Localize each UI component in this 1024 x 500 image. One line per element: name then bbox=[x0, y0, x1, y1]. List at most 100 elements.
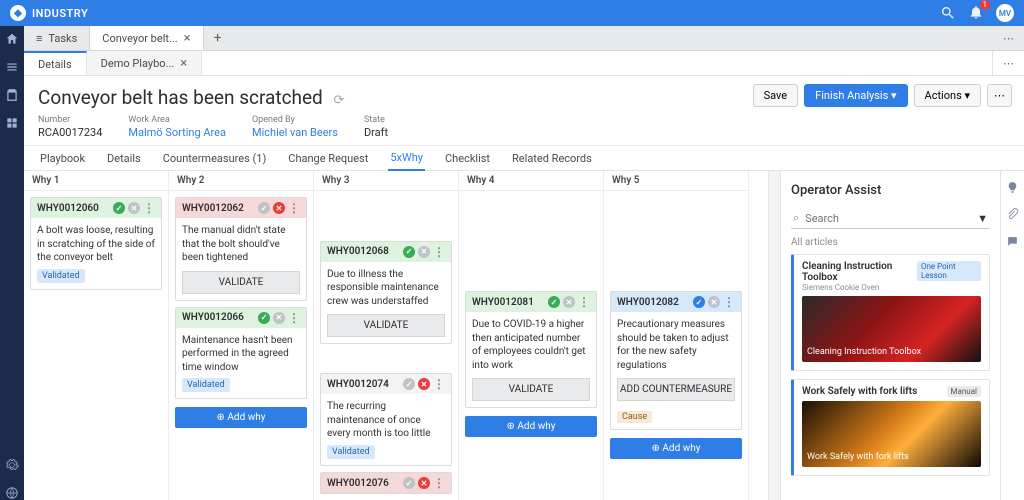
close-icon[interactable]: × bbox=[180, 56, 187, 71]
nav-countermeasures[interactable]: Countermeasures (1) bbox=[161, 147, 269, 170]
finish-analysis-button[interactable]: Finish Analysis bbox=[804, 84, 907, 107]
article-badge: One Point Lesson bbox=[917, 261, 981, 281]
card-menu-button[interactable]: ⋮ bbox=[578, 296, 590, 308]
validate-button[interactable]: VALIDATE bbox=[472, 378, 590, 401]
check-icon[interactable]: ✓ bbox=[258, 202, 270, 214]
dismiss-icon[interactable]: ✕ bbox=[273, 312, 285, 324]
article-thumbnail: Cleaning Instruction Toolbox bbox=[802, 296, 981, 362]
nav-details[interactable]: Details bbox=[105, 147, 143, 170]
subtab-overflow-button[interactable]: ⋯ bbox=[992, 51, 1024, 75]
why-card[interactable]: WHY0012082✓✕⋮ Precautionary measures sho… bbox=[610, 291, 742, 430]
validate-button[interactable]: VALIDATE bbox=[182, 271, 300, 294]
comment-icon[interactable] bbox=[1006, 235, 1019, 248]
search-icon: ⌕ bbox=[793, 211, 799, 225]
operator-assist-panel: Operator Assist ⌕ ▼ All articles Cleanin… bbox=[780, 171, 1000, 500]
notification-badge: 1 bbox=[980, 0, 991, 10]
add-why-button[interactable]: Add why bbox=[610, 438, 742, 459]
dismiss-icon: ✕ bbox=[418, 477, 430, 489]
record-subtabs: Details Demo Playbo...× ⋯ bbox=[24, 51, 1024, 76]
filter-icon[interactable]: ▼ bbox=[977, 212, 988, 225]
search-input[interactable] bbox=[805, 212, 971, 225]
save-button[interactable]: Save bbox=[753, 84, 799, 107]
home-icon[interactable] bbox=[5, 32, 19, 46]
nav-playbook[interactable]: Playbook bbox=[38, 147, 87, 170]
column-why-3: Why 3 WHY0012068✓✕⋮ Due to illness the r… bbox=[314, 171, 459, 500]
right-rail bbox=[1000, 171, 1024, 500]
cause-badge: Cause bbox=[617, 411, 652, 423]
check-icon[interactable]: ✓ bbox=[403, 477, 415, 489]
why-card[interactable]: WHY0012074✓✕⋮ The recurring maintenance … bbox=[320, 373, 452, 466]
page-title: Conveyor belt has been scratched bbox=[38, 86, 323, 109]
more-button[interactable]: ⋯ bbox=[987, 84, 1012, 107]
add-countermeasure-button[interactable]: ADD COUNTERMEASURE bbox=[617, 378, 735, 401]
dismiss-icon[interactable]: ✕ bbox=[563, 296, 575, 308]
assist-title: Operator Assist bbox=[791, 183, 990, 198]
dismiss-icon[interactable]: ✕ bbox=[128, 202, 140, 214]
column-why-1: Why 1 WHY0012060✓✕⋮ A bolt was loose, re… bbox=[24, 171, 169, 500]
validate-button[interactable]: VALIDATE bbox=[327, 314, 445, 337]
article-card[interactable]: Cleaning Instruction ToolboxSiemens Cook… bbox=[791, 254, 990, 371]
subtab-details[interactable]: Details bbox=[24, 51, 87, 75]
nav-related[interactable]: Related Records bbox=[510, 147, 594, 170]
why-card[interactable]: WHY0012081✓✕⋮ Due to COVID-19 a higher t… bbox=[465, 291, 597, 408]
actions-menu-button[interactable]: Actions bbox=[914, 84, 981, 107]
tab-tasks[interactable]: ≡Tasks bbox=[24, 26, 90, 50]
nav-5xwhy[interactable]: 5xWhy bbox=[388, 146, 425, 171]
card-menu-button[interactable]: ⋮ bbox=[288, 312, 300, 324]
card-menu-button[interactable]: ⋮ bbox=[433, 477, 445, 489]
brand-name: INDUSTRY bbox=[32, 7, 88, 20]
grid-icon[interactable] bbox=[5, 116, 19, 130]
lightbulb-icon[interactable] bbox=[1006, 181, 1019, 194]
record-number: RCA0017234 bbox=[38, 126, 102, 139]
add-why-button[interactable]: Add why bbox=[465, 416, 597, 437]
why-card[interactable]: WHY0012060✓✕⋮ A bolt was loose, resultin… bbox=[30, 197, 162, 290]
check-icon[interactable]: ✓ bbox=[403, 378, 415, 390]
attachment-icon[interactable] bbox=[1006, 208, 1019, 221]
check-icon: ✓ bbox=[113, 202, 125, 214]
notifications-button[interactable]: 1 bbox=[968, 4, 984, 23]
subtab-demo[interactable]: Demo Playbo...× bbox=[87, 51, 203, 75]
card-menu-button[interactable]: ⋮ bbox=[723, 296, 735, 308]
avatar[interactable]: MV bbox=[996, 4, 1014, 22]
why-board: Why 1 WHY0012060✓✕⋮ A bolt was loose, re… bbox=[24, 171, 768, 500]
card-menu-button[interactable]: ⋮ bbox=[288, 202, 300, 214]
new-tab-button[interactable]: + bbox=[204, 26, 232, 50]
why-card[interactable]: WHY0012066✓✕⋮ Maintenance hasn't been pe… bbox=[175, 307, 307, 400]
list-icon[interactable] bbox=[5, 60, 19, 74]
column-why-2: Why 2 WHY0012062✓✕⋮ The manual didn't st… bbox=[169, 171, 314, 500]
article-thumbnail: Work Safely with fork lifts bbox=[802, 401, 981, 467]
dismiss-icon: ✕ bbox=[273, 202, 285, 214]
dismiss-icon[interactable]: ✕ bbox=[708, 296, 720, 308]
clipboard-icon[interactable] bbox=[5, 88, 19, 102]
card-menu-button[interactable]: ⋮ bbox=[143, 202, 155, 214]
why-card[interactable]: WHY0012076✓✕⋮ bbox=[320, 472, 452, 494]
card-menu-button[interactable]: ⋮ bbox=[433, 378, 445, 390]
globe-icon[interactable] bbox=[5, 486, 19, 500]
nav-change-request[interactable]: Change Request bbox=[286, 147, 370, 170]
check-icon: ✓ bbox=[403, 246, 415, 258]
check-icon: ✓ bbox=[258, 312, 270, 324]
column-why-5: Why 5 WHY0012082✓✕⋮ Precautionary measur… bbox=[604, 171, 749, 500]
scrollbar[interactable] bbox=[768, 171, 780, 500]
brand-logo: ◆ bbox=[10, 5, 26, 21]
why-card[interactable]: WHY0012062✓✕⋮ The manual didn't state th… bbox=[175, 197, 307, 301]
status-badge: Validated bbox=[327, 445, 375, 459]
close-icon[interactable]: × bbox=[184, 31, 191, 46]
dismiss-icon[interactable]: ✕ bbox=[418, 246, 430, 258]
tab-conveyor[interactable]: Conveyor belt...× bbox=[90, 26, 203, 50]
tab-overflow-button[interactable]: ⋯ bbox=[993, 26, 1024, 50]
nav-checklist[interactable]: Checklist bbox=[443, 147, 492, 170]
gear-icon[interactable] bbox=[5, 458, 19, 472]
record-state: Draft bbox=[364, 126, 388, 139]
work-area-link[interactable]: Malmö Sorting Area bbox=[128, 126, 226, 139]
check-icon: ✓ bbox=[693, 296, 705, 308]
article-card[interactable]: Work Safely with fork lifts Manual Work … bbox=[791, 379, 990, 476]
workspace-tabs: ≡Tasks Conveyor belt...× + ⋯ bbox=[24, 26, 1024, 51]
status-badge: Validated bbox=[37, 269, 85, 283]
search-icon[interactable] bbox=[940, 5, 956, 21]
why-card[interactable]: WHY0012068✓✕⋮ Due to illness the respons… bbox=[320, 241, 452, 345]
opened-by-link[interactable]: Michiel van Beers bbox=[252, 126, 338, 139]
refresh-icon[interactable]: ⟳ bbox=[334, 93, 345, 108]
card-menu-button[interactable]: ⋮ bbox=[433, 246, 445, 258]
add-why-button[interactable]: Add why bbox=[175, 407, 307, 428]
